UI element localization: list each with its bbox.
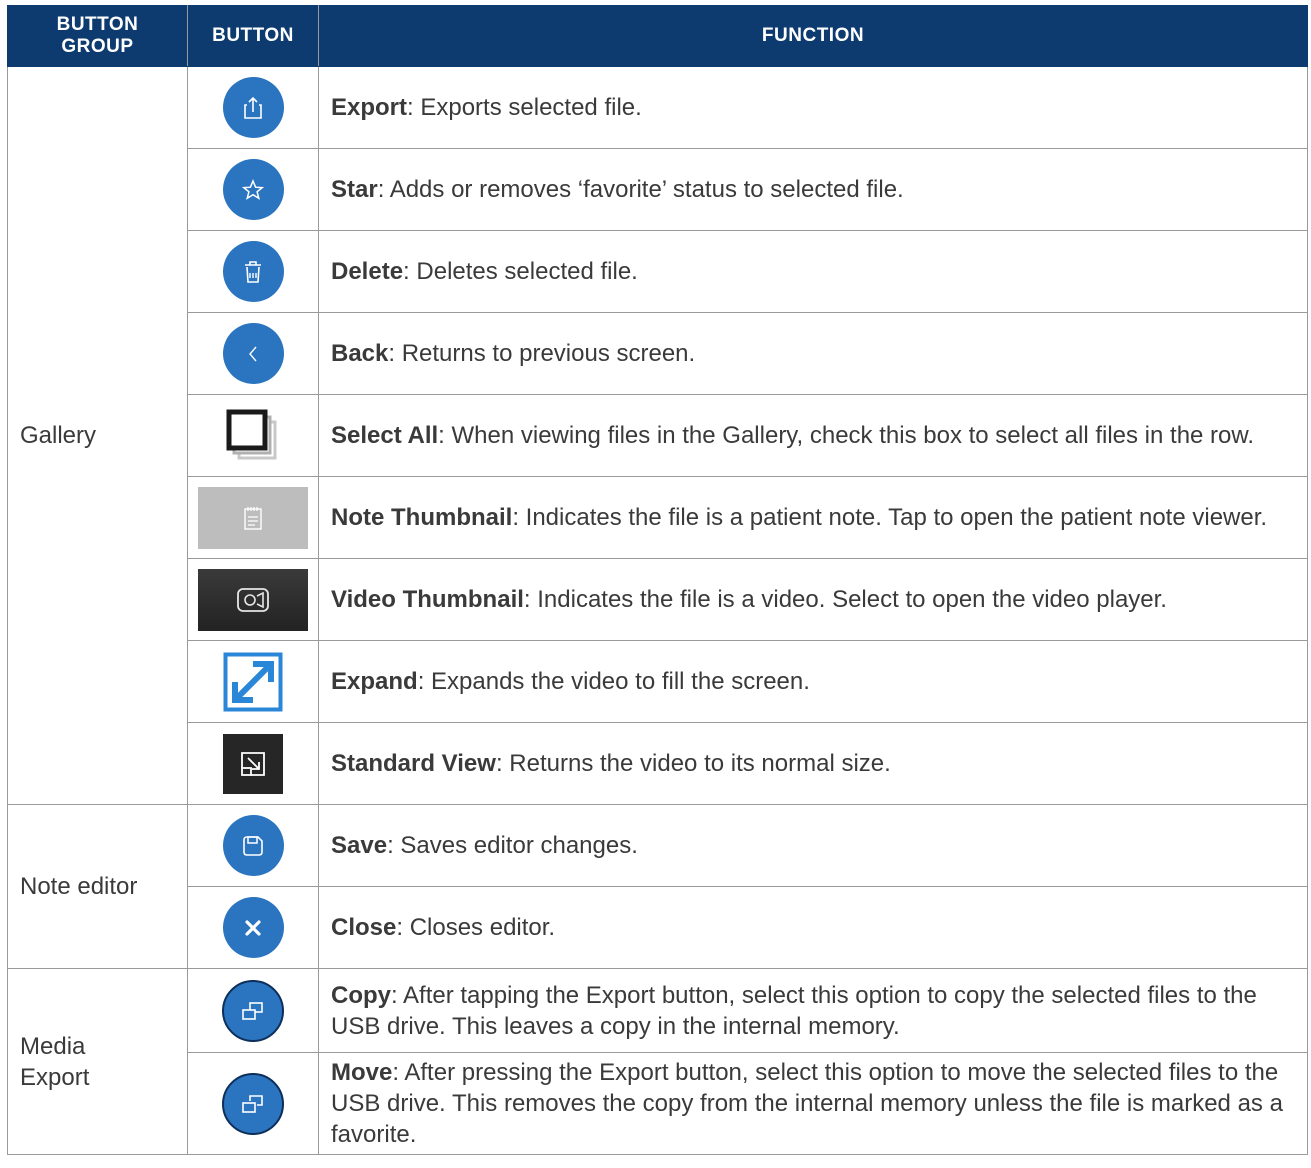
table-row: Note Thumbnail: Indicates the file is a …	[8, 476, 1308, 559]
header-button: BUTTON	[187, 5, 319, 67]
function-name: Video Thumbnail	[331, 586, 524, 613]
button-cell	[187, 640, 319, 723]
group-note-editor: Note editor	[7, 804, 188, 969]
table-row: Video Thumbnail: Indicates the file is a…	[8, 558, 1308, 641]
close-icon	[222, 897, 284, 958]
function-cell: Star: Adds or removes ‘favorite’ status …	[318, 148, 1308, 231]
button-reference-table: BUTTON GROUP BUTTON FUNCTION Gallery Exp…	[7, 5, 1308, 1155]
video-thumbnail-icon	[198, 568, 308, 631]
button-cell	[187, 66, 319, 149]
function-name: Move	[331, 1059, 393, 1086]
function-cell: Standard View: Returns the video to its …	[318, 722, 1308, 805]
header-row: BUTTON GROUP BUTTON FUNCTION	[7, 5, 1308, 67]
function-cell: Delete: Deletes selected file.	[318, 230, 1308, 313]
table-row: Back: Returns to previous screen.	[8, 312, 1308, 395]
function-name: Select All	[331, 422, 439, 449]
function-name: Export	[331, 94, 408, 121]
function-desc: : When viewing files in the Gallery, che…	[438, 422, 1255, 449]
move-icon	[222, 1072, 284, 1135]
table-row: Move: After pressing the Export button, …	[8, 1052, 1308, 1155]
save-icon	[222, 815, 284, 876]
function-name: Star	[331, 176, 378, 203]
button-cell	[187, 722, 319, 805]
function-desc: : Indicates the file is a video. Select …	[523, 586, 1167, 613]
function-desc: : Closes editor.	[396, 914, 556, 941]
table-row: Expand: Expands the video to fill the sc…	[8, 640, 1308, 723]
button-cell	[187, 230, 319, 313]
button-cell	[187, 312, 319, 395]
group-media-export: Media Export	[7, 968, 188, 1155]
standard-view-icon	[223, 733, 283, 794]
button-cell	[187, 1052, 319, 1155]
function-name: Close	[331, 914, 397, 941]
button-cell	[187, 968, 319, 1053]
function-cell: Select All: When viewing files in the Ga…	[318, 394, 1308, 477]
function-name: Standard View	[331, 750, 496, 777]
function-cell: Export: Exports selected file.	[318, 66, 1308, 149]
function-cell: Move: After pressing the Export button, …	[318, 1052, 1308, 1155]
trash-icon	[222, 241, 284, 302]
chevron-left-icon	[222, 323, 284, 384]
star-icon	[222, 159, 284, 220]
function-name: Copy	[331, 981, 391, 1009]
function-cell: Video Thumbnail: Indicates the file is a…	[318, 558, 1308, 641]
function-desc: : Returns to previous screen.	[388, 340, 696, 367]
function-cell: Close: Closes editor.	[318, 886, 1308, 969]
table-row: Standard View: Returns the video to its …	[8, 722, 1308, 805]
select-all-icon	[225, 408, 281, 464]
function-cell: Back: Returns to previous screen.	[318, 312, 1308, 395]
function-name: Note Thumbnail	[331, 504, 513, 531]
function-desc: : Deletes selected file.	[403, 258, 638, 285]
function-desc: : Exports selected file.	[407, 94, 642, 121]
function-name: Delete	[331, 258, 404, 285]
function-desc: : Indicates the file is a patient note. …	[512, 504, 1268, 531]
note-thumbnail-icon	[198, 486, 308, 549]
export-icon	[222, 77, 284, 138]
function-name: Back	[331, 340, 389, 367]
group-gallery: Gallery	[7, 66, 188, 805]
table-row: Close: Closes editor.	[8, 886, 1308, 969]
button-cell	[187, 558, 319, 641]
function-cell: Save: Saves editor changes.	[318, 804, 1308, 887]
header-button-group-line1: BUTTON	[56, 14, 139, 35]
function-desc: : Adds or removes ‘favorite’ status to s…	[377, 176, 904, 203]
header-button-group: BUTTON GROUP	[7, 5, 188, 67]
function-name: Save	[331, 832, 388, 859]
table-row: Star: Adds or removes ‘favorite’ status …	[8, 148, 1308, 231]
header-function: FUNCTION	[318, 5, 1308, 67]
group-media-export-line1: Media	[20, 1032, 86, 1060]
function-name: Expand	[331, 668, 418, 695]
function-desc: : After tapping the Export button, selec…	[331, 981, 1257, 1040]
button-cell	[187, 148, 319, 231]
table-row: Delete: Deletes selected file.	[8, 230, 1308, 313]
copy-icon	[222, 979, 284, 1042]
button-cell	[187, 804, 319, 887]
group-media-export-line2: Export	[20, 1063, 90, 1091]
button-cell	[187, 394, 319, 477]
table-row: Select All: When viewing files in the Ga…	[8, 394, 1308, 477]
function-cell: Expand: Expands the video to fill the sc…	[318, 640, 1308, 723]
function-cell: Copy: After tapping the Export button, s…	[318, 968, 1308, 1053]
table-row: Gallery Export: Exports selected file.	[7, 66, 1308, 805]
button-cell	[187, 886, 319, 969]
function-desc: : Returns the video to its normal size.	[495, 750, 891, 777]
button-cell	[187, 476, 319, 559]
function-desc: : Saves editor changes.	[387, 832, 638, 859]
header-button-group-line2: GROUP	[61, 36, 134, 57]
function-desc: : Expands the video to fill the screen.	[417, 668, 810, 695]
table-row: Note editor Save: Saves editor changes.	[7, 804, 1308, 969]
expand-icon	[223, 652, 283, 712]
function-cell: Note Thumbnail: Indicates the file is a …	[318, 476, 1308, 559]
function-desc: : After pressing the Export button, sele…	[331, 1059, 1283, 1148]
table-row: Media Export Copy: After tapping the Exp…	[7, 968, 1308, 1155]
